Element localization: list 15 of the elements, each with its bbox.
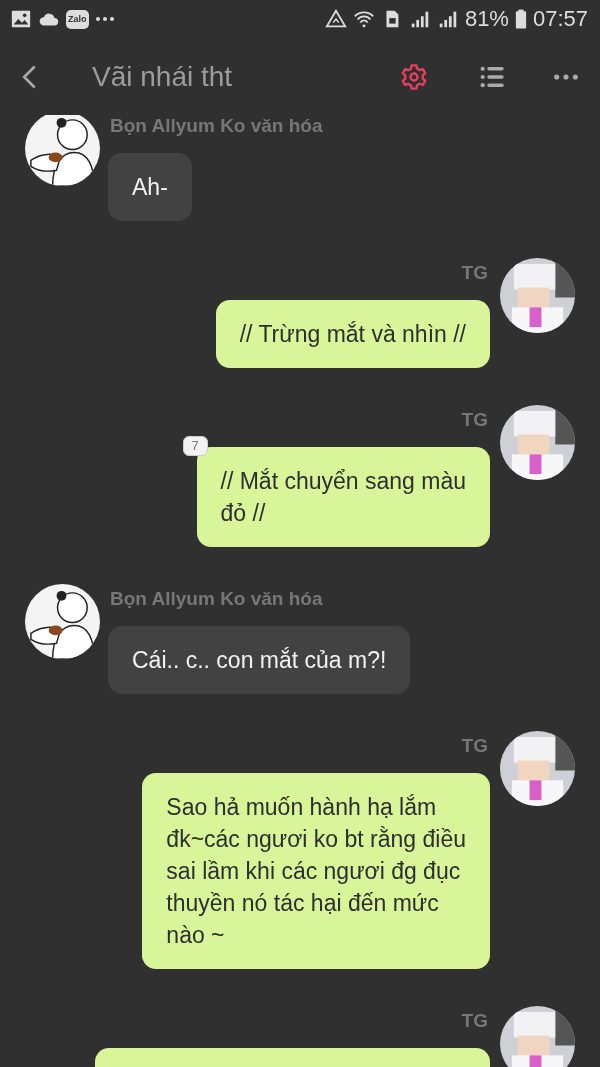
sender-name: Bọn Allyum Ko văn hóa [110, 587, 323, 611]
chat-title: Vãi nhái tht [92, 60, 234, 93]
clock: 07:57 [532, 6, 588, 32]
sender-name: TG [461, 408, 488, 432]
sender-name: TG [461, 734, 488, 758]
sender-name: TG [461, 1009, 488, 1033]
message-bubble: Cái.. c.. con mắt của m?! [108, 626, 411, 694]
message-bubble: Ah- [108, 153, 192, 221]
app-notification-icon: Zalo [66, 9, 89, 29]
reply-count-badge[interactable]: 7 [182, 436, 208, 456]
message-bubble: Sao hả muốn hành hạ lắm đk~các ngươi ko bt rằng điều sai lầm khi các ngươi đg đục thuyền nó tác hại đến mức nào ~ [142, 773, 490, 969]
sender-name: TG [461, 261, 488, 285]
battery-percent: 81% [464, 6, 509, 32]
message-bubble: // Trừng mắt và nhìn // [215, 300, 490, 368]
sender-name: Bọn Allyum Ko văn hóa [110, 115, 323, 138]
